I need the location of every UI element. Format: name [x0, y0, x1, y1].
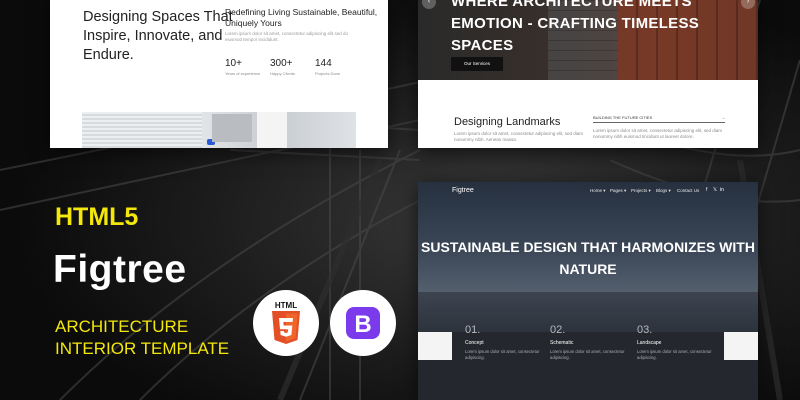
step-number: 03.: [637, 324, 653, 336]
bootstrap-b-icon: B: [346, 307, 380, 339]
about-heading: Designing Spaces That Inspire, Innovate,…: [83, 9, 233, 63]
nav-home[interactable]: Home ▾: [590, 188, 606, 194]
step-schematic: 02. Schematic Lorem ipsum dolor sit amet…: [550, 323, 630, 360]
step-number: 01.: [465, 324, 481, 336]
arrow-right-icon: →: [721, 115, 725, 120]
tagline-line-1: ARCHITECTURE: [55, 317, 189, 336]
nav-contact[interactable]: Contact Us: [677, 188, 699, 193]
preview-card-hero: ‹ › WHERE ARCHITECTURE MEETS EMOTION - C…: [418, 0, 758, 148]
step-title: Concept: [465, 340, 484, 346]
decor-block-left: [418, 332, 452, 360]
future-cities-label: BUILDING THE FUTURE CITIES →: [593, 115, 725, 123]
step-text: Lorem ipsum dolor sit amet, consectetur …: [465, 349, 540, 360]
nav-pages[interactable]: Pages ▾: [610, 188, 626, 194]
html5-logo-icon: HTML: [253, 290, 319, 356]
future-label-text: BUILDING THE FUTURE CITIES: [593, 115, 653, 120]
stat-projects: 144 Projects Done: [315, 58, 340, 76]
stat-label: Happy Clients: [270, 71, 295, 76]
tagline: ARCHITECTURE INTERIOR TEMPLATE: [55, 316, 229, 360]
html5-logo-text: HTML: [275, 301, 297, 310]
our-services-button[interactable]: Our Services: [451, 57, 503, 71]
interior-photo: [82, 112, 356, 148]
section-title: Designing Landmarks: [454, 116, 561, 128]
nav-blogs[interactable]: Blogs ▾: [656, 188, 671, 194]
future-body: Lorem ipsum dolor sit amet, consectetur …: [593, 128, 723, 139]
about-body: Lorem ipsum dolor sit amet, consectetur …: [225, 31, 349, 42]
cabinet: [257, 112, 287, 148]
stat-experience: 10+ Years of experience: [225, 58, 260, 76]
stat-value: 300+: [270, 58, 293, 69]
product-name: Figtree: [53, 248, 187, 291]
step-number: 02.: [550, 324, 566, 336]
stat-clients: 300+ Happy Clients: [270, 58, 295, 76]
site-logo[interactable]: Figtree: [452, 187, 474, 194]
x-icon[interactable]: 𝕏: [713, 187, 717, 193]
tagline-line-2: INTERIOR TEMPLATE: [55, 339, 230, 358]
section-body: Lorem ipsum dolor sit amet, consectetur …: [454, 131, 584, 142]
stat-label: Years of experience: [225, 71, 261, 76]
stat-value: 10+: [225, 58, 242, 69]
step-text: Lorem ipsum dolor sit amet, consectetur …: [637, 349, 712, 360]
html5-tag: HTML5: [55, 203, 139, 231]
nav-projects[interactable]: Projects ▾: [631, 188, 651, 194]
stat-label: Projects Done: [315, 71, 341, 76]
preview-card-sustainable: Figtree Home ▾ Pages ▾ Projects ▾ Blogs …: [418, 182, 758, 400]
step-landscape: 03. Landscape Lorem ipsum dolor sit amet…: [637, 323, 717, 360]
shelf: [212, 114, 252, 142]
decor-block-right: [724, 332, 758, 360]
bootstrap-logo-icon: B: [330, 290, 396, 356]
step-title: Landscape: [637, 340, 662, 346]
stat-value: 144: [315, 58, 332, 69]
step-title: Schematic: [550, 340, 574, 346]
linkedin-icon[interactable]: in: [720, 187, 724, 193]
step-text: Lorem ipsum dolor sit amet, consectetur …: [550, 349, 625, 360]
window-blinds: [82, 112, 202, 148]
facebook-icon[interactable]: f: [706, 187, 707, 193]
step-concept: 01. Concept Lorem ipsum dolor sit amet, …: [465, 323, 545, 360]
about-subheading: Redefining Living Sustainable, Beautiful…: [225, 7, 378, 28]
hero-headline: WHERE ARCHITECTURE MEETS EMOTION - CRAFT…: [451, 0, 700, 54]
html5-shield-icon: HTML: [272, 301, 300, 344]
bootstrap-logo-text: B: [354, 311, 371, 338]
hero-title: SUSTAINABLE DESIGN THAT HARMONIZES WITH …: [421, 239, 755, 277]
preview-card-about: Designing Spaces That Inspire, Innovate,…: [50, 0, 388, 148]
